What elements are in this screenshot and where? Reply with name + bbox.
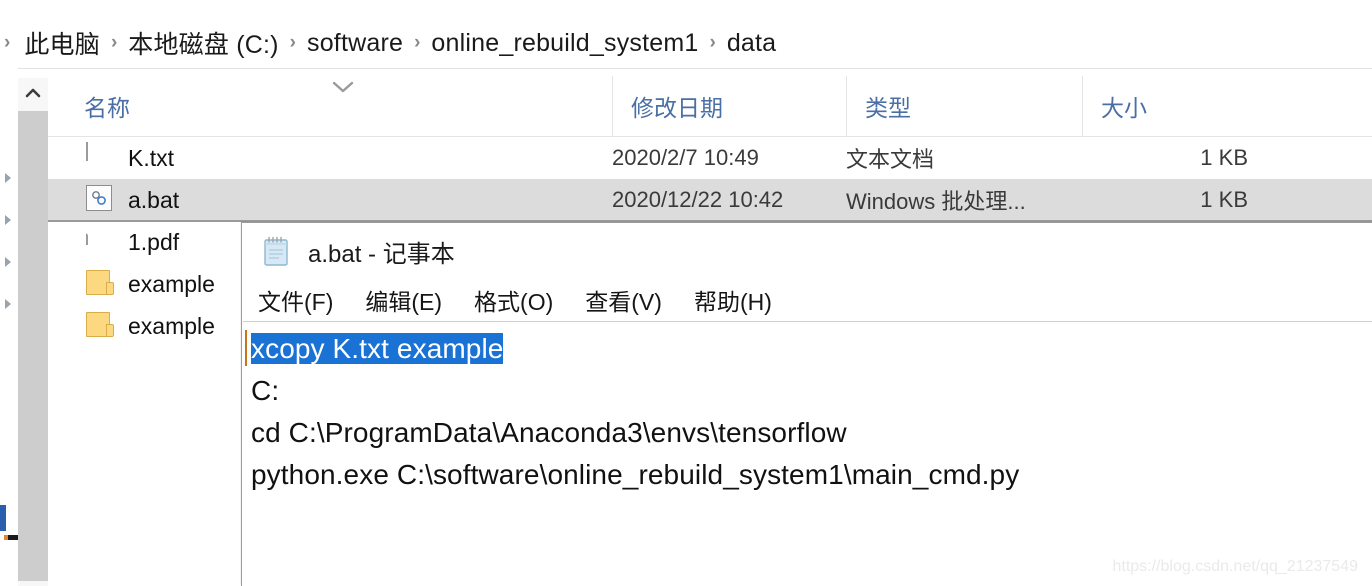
selected-text: xcopy K.txt example [251, 333, 504, 364]
chevron-right-icon[interactable] [0, 254, 16, 270]
file-name: K.txt [128, 144, 175, 171]
breadcrumb-item-data[interactable]: data [727, 29, 776, 58]
chevron-right-icon[interactable] [0, 212, 16, 228]
menu-item-file[interactable]: 文件(F) [258, 283, 333, 317]
pdf-file-icon [86, 226, 114, 257]
text-line: C: [251, 375, 280, 406]
file-size: 1 KB [1200, 145, 1248, 170]
notepad-window[interactable]: a.bat - 记事本 文件(F) 编辑(E) 格式(O) 查看(V) 帮助(H… [241, 222, 1372, 586]
column-header-size[interactable]: 大小 [1082, 76, 1248, 136]
breadcrumb-item-online-rebuild-system1[interactable]: online_rebuild_system1 [431, 29, 698, 58]
file-date-modified: 2020/12/22 10:42 [612, 187, 784, 212]
edge-artifact [4, 535, 18, 540]
text-line: python.exe C:\software\online_rebuild_sy… [251, 459, 1020, 490]
menu-item-view[interactable]: 查看(V) [585, 283, 662, 317]
notepad-icon [260, 234, 294, 268]
notepad-title-bar[interactable]: a.bat - 记事本 [242, 223, 1372, 279]
breadcrumb-item-local-disk-c[interactable]: 本地磁盘 (C:) [128, 25, 278, 61]
column-header-type[interactable]: 类型 [846, 76, 1082, 136]
file-name: example [128, 270, 215, 297]
column-header-date-modified[interactable]: 修改日期 [612, 76, 846, 136]
notepad-title-text: a.bat - 记事本 [308, 240, 455, 268]
breadcrumb[interactable]: › 此电脑 › 本地磁盘 (C:) › software › online_re… [0, 22, 776, 64]
folder-icon [86, 269, 114, 299]
chevron-right-icon[interactable] [0, 296, 16, 312]
chevron-down-icon [330, 78, 356, 96]
breadcrumb-separator-icon: › [110, 32, 118, 53]
notepad-text-area[interactable]: xcopy K.txt example C: cd C:\ProgramData… [243, 321, 1372, 586]
breadcrumb-separator-icon: › [289, 32, 296, 53]
file-name: 1.pdf [128, 228, 180, 255]
breadcrumb-item-this-pc[interactable]: 此电脑 [24, 25, 100, 61]
menu-item-format[interactable]: 格式(O) [474, 283, 553, 317]
text-caret [245, 330, 247, 366]
file-name: a.bat [128, 186, 180, 213]
text-file-icon [86, 142, 114, 173]
breadcrumb-separator-icon: › [414, 32, 421, 53]
breadcrumb-separator-icon: › [4, 32, 11, 53]
address-bar-divider [18, 68, 1372, 69]
text-line: cd C:\ProgramData\Anaconda3\envs\tensorf… [251, 417, 847, 448]
file-type: 文本文档 [846, 147, 935, 172]
vertical-scrollbar[interactable] [18, 78, 48, 586]
watermark: https://blog.csdn.net/qq_21237549 [1112, 558, 1358, 575]
menu-item-help[interactable]: 帮助(H) [694, 283, 772, 317]
table-row[interactable]: K.txt 2020/2/7 10:49 文本文档 1 KB [48, 137, 1372, 179]
notepad-menu-bar[interactable]: 文件(F) 编辑(E) 格式(O) 查看(V) 帮助(H) [242, 279, 1372, 321]
table-row[interactable]: a.bat 2020/12/22 10:42 Windows 批处理... 1 … [48, 179, 1372, 222]
edge-artifact [0, 505, 6, 531]
chevron-right-icon[interactable] [0, 170, 16, 186]
folder-icon [86, 311, 114, 341]
breadcrumb-item-software[interactable]: software [307, 29, 403, 58]
text-line: xcopy K.txt example [251, 328, 1372, 370]
chevron-up-icon[interactable] [18, 78, 48, 108]
scrollbar-thumb[interactable] [18, 111, 48, 581]
file-type: Windows 批处理... [846, 189, 1026, 214]
menu-item-edit[interactable]: 编辑(E) [365, 283, 442, 317]
batch-file-icon [86, 185, 114, 215]
column-header-row: 名称 修改日期 类型 大小 [48, 76, 1372, 136]
file-date-modified: 2020/2/7 10:49 [612, 145, 759, 170]
file-name: example [128, 312, 215, 339]
breadcrumb-separator-icon: › [709, 32, 716, 53]
file-size: 1 KB [1200, 187, 1248, 212]
